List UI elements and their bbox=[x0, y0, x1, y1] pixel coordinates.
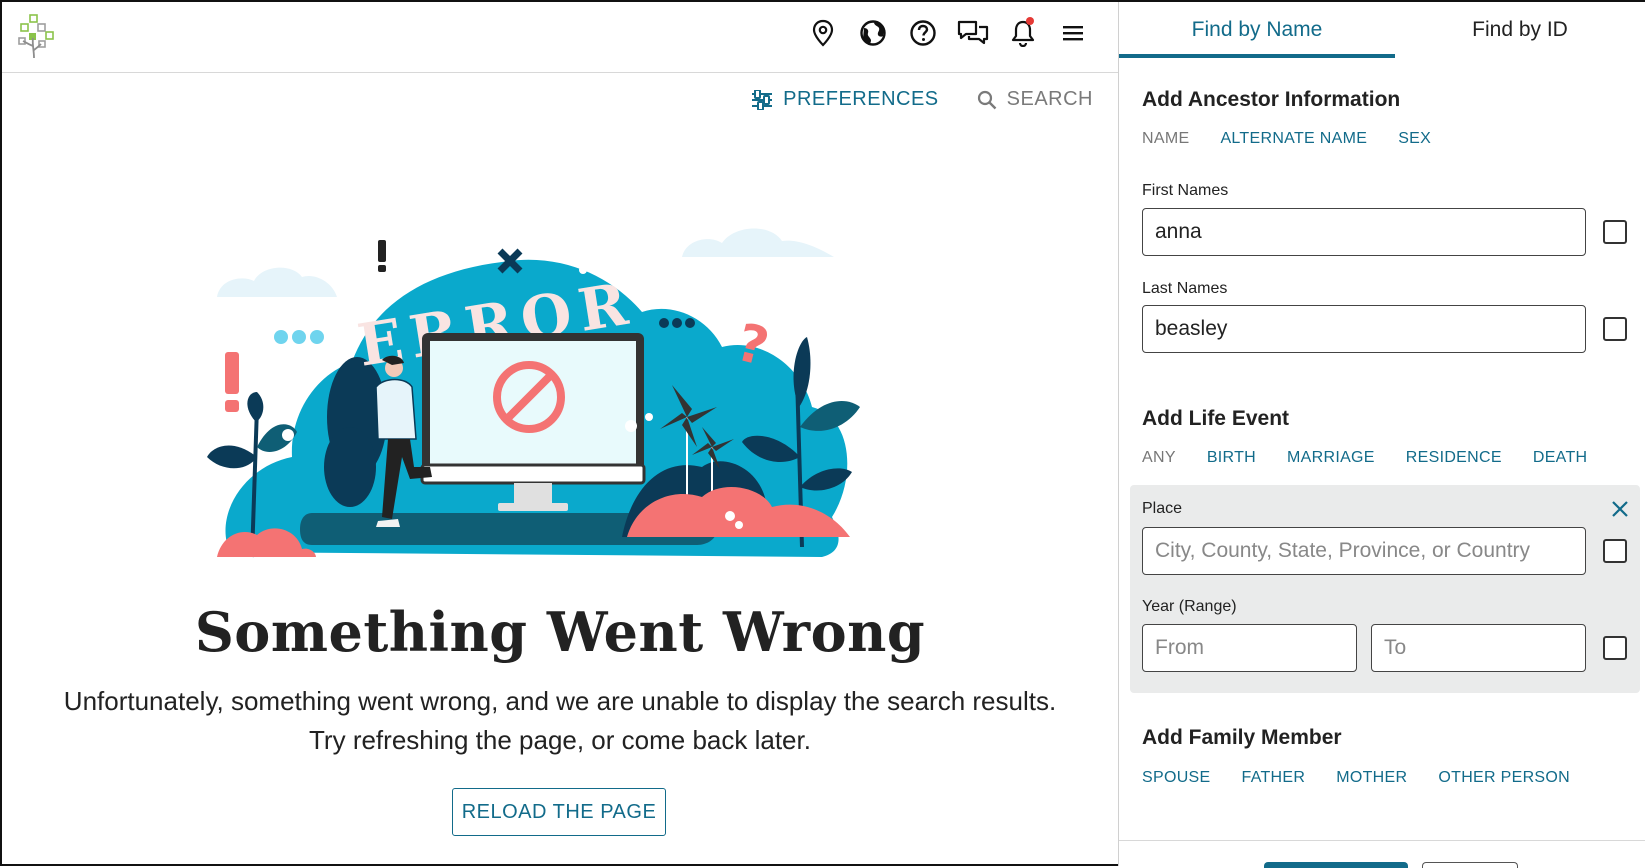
chip-marriage[interactable]: MARRIAGE bbox=[1287, 449, 1375, 467]
preferences-label: PREFERENCES bbox=[783, 88, 939, 110]
place-exact-checkbox[interactable] bbox=[1603, 539, 1627, 563]
reset-button[interactable] bbox=[1422, 862, 1518, 868]
chip-mother[interactable]: MOTHER bbox=[1336, 769, 1407, 787]
exclamation-icon bbox=[225, 352, 239, 394]
ancestor-chips: NAME ALTERNATE NAME SEX bbox=[1142, 130, 1431, 148]
results-toolbar: PREFERENCES SEARCH bbox=[751, 88, 1093, 111]
first-names-input[interactable] bbox=[1142, 208, 1586, 256]
preferences-button[interactable]: PREFERENCES bbox=[751, 88, 939, 111]
year-range-label: Year (Range) bbox=[1142, 598, 1237, 615]
search-panel: Find by Name Find by ID Add Ancestor Inf… bbox=[1118, 2, 1645, 868]
header-nav bbox=[806, 16, 1090, 50]
search-submit-button[interactable] bbox=[1264, 862, 1408, 868]
last-names-label: Last Names bbox=[1142, 280, 1228, 297]
messages-icon[interactable] bbox=[956, 16, 990, 50]
year-from-input[interactable] bbox=[1142, 624, 1357, 672]
place-label: Place bbox=[1142, 500, 1183, 517]
search-icon bbox=[977, 90, 996, 109]
family-tree-logo-icon[interactable] bbox=[18, 14, 54, 58]
life-event-chips: ANY BIRTH MARRIAGE RESIDENCE DEATH bbox=[1142, 449, 1587, 467]
year-to-input[interactable] bbox=[1371, 624, 1586, 672]
year-exact-checkbox[interactable] bbox=[1603, 636, 1627, 660]
chip-other-person[interactable]: OTHER PERSON bbox=[1438, 769, 1570, 787]
error-illustration: ERROR ? bbox=[207, 228, 860, 558]
life-event-heading: Add Life Event bbox=[1142, 407, 1290, 430]
error-title: Something Went Wrong bbox=[194, 600, 926, 664]
menu-icon[interactable] bbox=[1056, 16, 1090, 50]
error-message: Unfortunately, something went wrong, and… bbox=[2, 682, 1118, 760]
chip-sex[interactable]: SEX bbox=[1398, 130, 1431, 148]
error-message-line-1: Unfortunately, something went wrong, and… bbox=[63, 686, 1057, 716]
notification-badge bbox=[1026, 17, 1034, 25]
panel-footer-divider bbox=[1119, 840, 1645, 841]
search-button[interactable]: SEARCH bbox=[977, 88, 1093, 111]
place-input[interactable] bbox=[1142, 527, 1586, 575]
chip-any[interactable]: ANY bbox=[1142, 449, 1176, 467]
chip-residence[interactable]: RESIDENCE bbox=[1406, 449, 1502, 467]
error-message-line-2: Try refreshing the page, or come back la… bbox=[309, 725, 811, 755]
globe-icon[interactable] bbox=[856, 16, 890, 50]
monitor-stand bbox=[514, 483, 552, 505]
tab-find-by-name[interactable]: Find by Name bbox=[1119, 2, 1395, 58]
close-icon[interactable] bbox=[1609, 498, 1631, 520]
panel-tabs: Find by Name Find by ID bbox=[1119, 2, 1645, 58]
family-member-chips: SPOUSE FATHER MOTHER OTHER PERSON bbox=[1142, 769, 1570, 787]
last-names-exact-checkbox[interactable] bbox=[1603, 317, 1627, 341]
exclamation-small-icon bbox=[378, 240, 386, 262]
reload-page-button[interactable]: RELOAD THE PAGE bbox=[452, 788, 666, 836]
family-member-heading: Add Family Member bbox=[1142, 726, 1342, 749]
chip-spouse[interactable]: SPOUSE bbox=[1142, 769, 1211, 787]
first-names-label: First Names bbox=[1142, 182, 1229, 199]
cloud-right bbox=[682, 228, 834, 257]
cloud-left bbox=[217, 267, 337, 297]
chip-name[interactable]: NAME bbox=[1142, 130, 1189, 148]
monitor-screen bbox=[430, 341, 636, 465]
tab-find-by-id[interactable]: Find by ID bbox=[1395, 2, 1645, 58]
search-label: SEARCH bbox=[1006, 88, 1093, 110]
top-header bbox=[2, 2, 1118, 73]
last-names-input[interactable] bbox=[1142, 305, 1586, 353]
dots-decoration bbox=[274, 330, 288, 344]
help-icon[interactable] bbox=[906, 16, 940, 50]
chip-death[interactable]: DEATH bbox=[1533, 449, 1588, 467]
chip-birth[interactable]: BIRTH bbox=[1207, 449, 1256, 467]
chip-alternate-name[interactable]: ALTERNATE NAME bbox=[1220, 130, 1367, 148]
first-names-exact-checkbox[interactable] bbox=[1603, 220, 1627, 244]
sliders-icon bbox=[752, 89, 773, 110]
location-pin-icon[interactable] bbox=[806, 16, 840, 50]
chip-father[interactable]: FATHER bbox=[1242, 769, 1306, 787]
ancestor-heading: Add Ancestor Information bbox=[1142, 88, 1401, 111]
bell-icon[interactable] bbox=[1006, 16, 1040, 50]
